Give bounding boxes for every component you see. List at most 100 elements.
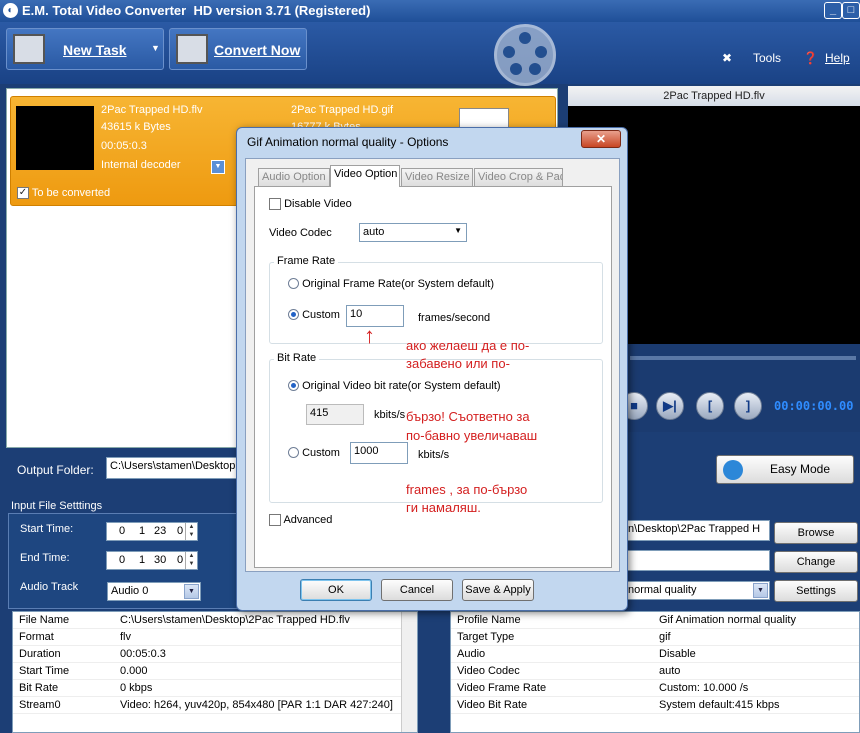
seek-slider[interactable] <box>630 356 856 360</box>
annotation-line-6: ги намаляш. <box>406 500 481 515</box>
table-row[interactable]: Format flv <box>13 629 401 646</box>
browse-button[interactable]: Browse <box>774 522 858 544</box>
table-row[interactable]: Profile Name Gif Animation normal quality <box>451 612 859 629</box>
settings-button[interactable]: Settings <box>774 580 858 602</box>
input-info-table: File Name C:\Users\stamen\Desktop\2Pac Tr… <box>12 611 418 733</box>
row-key: Bit Rate <box>19 682 59 694</box>
frame-rate-label: Frame Rate <box>274 255 339 267</box>
table-row[interactable]: File Name C:\Users\stamen\Desktop\2Pac Tr… <box>13 612 401 629</box>
dialog-title: Gif Animation normal quality - Options <box>247 135 449 149</box>
output-info-table: Profile Name Gif Animation normal quality… <box>450 611 860 733</box>
new-task-label: New Task <box>63 42 127 58</box>
disable-video-checkbox[interactable]: Disable Video <box>269 198 352 211</box>
annotation-arrow-fps: ↑ <box>364 323 375 348</box>
output-folder-field[interactable]: C:\Users\stamen\Desktop <box>106 457 240 479</box>
fps-input[interactable]: 10 <box>346 305 404 327</box>
refresh-icon <box>723 460 743 480</box>
custom-bit-rate-input[interactable]: 1000 <box>350 442 408 464</box>
tab-audio-option[interactable]: Audio Option <box>258 168 330 186</box>
frame-rate-group: Frame Rate Original Frame Rate(or System… <box>269 255 603 344</box>
advanced-checkbox[interactable]: Advanced <box>269 514 332 527</box>
row-key: Stream0 <box>19 699 61 711</box>
audio-track-select[interactable]: Audio 0 ▼ <box>107 582 201 601</box>
fps-unit-label: frames/second <box>418 312 491 324</box>
tab-video-crop-pad[interactable]: Video Crop & Pad <box>474 168 563 186</box>
original-frame-rate-radio[interactable]: Original Frame Rate(or System default) <box>288 278 494 290</box>
row-value: auto <box>659 665 681 677</box>
custom-frame-rate-radio[interactable]: Custom <box>288 309 340 321</box>
output-path-field-2[interactable] <box>624 550 770 571</box>
output-path-field[interactable]: n\Desktop\2Pac Trapped H <box>624 520 770 541</box>
table-row[interactable]: Start Time 0.000 <box>13 663 401 680</box>
default-bit-rate-field: 415 <box>306 404 364 425</box>
table-row[interactable]: Video Frame Rate Custom: 10.000 /s <box>451 680 859 697</box>
annotation-line-2: забавено или по- <box>406 356 510 371</box>
mark-out-icon[interactable]: ] <box>734 392 762 420</box>
tools-link[interactable]: Tools <box>753 51 781 65</box>
table-row[interactable]: Audio Disable <box>451 646 859 663</box>
original-bit-rate-radio[interactable]: Original Video bit rate(or System defaul… <box>288 380 501 392</box>
tab-video-option[interactable]: Video Option <box>330 165 400 187</box>
to-be-converted-checkbox[interactable]: ✓ To be converted <box>17 187 110 200</box>
table-row[interactable]: Target Type gif <box>451 629 859 646</box>
annotation-line-4: по-бавно увеличаваш <box>406 428 538 443</box>
easy-mode-button[interactable]: Easy Mode <box>716 455 854 484</box>
row-value: Custom: 10.000 /s <box>659 682 749 694</box>
help-link[interactable]: Help <box>825 51 850 65</box>
ok-button[interactable]: OK <box>300 579 372 601</box>
time-display: 00:00:00.00 <box>774 399 854 413</box>
annotation-line-5: frames , за по-бързо <box>406 482 528 497</box>
row-value: Video: h264, yuv420p, 854x480 [PAR 1:1 D… <box>120 699 393 711</box>
video-thumbnail <box>16 106 94 170</box>
tools-icon[interactable]: ✖ <box>722 51 732 65</box>
annotation-line-1: ако желаеш да е по- <box>406 338 530 353</box>
table-row[interactable]: Stream0 Video: h264, yuv420p, 854x480 [PA… <box>13 697 401 714</box>
title-bar: ◐ E.M. Total Video Converter HD version … <box>0 0 860 22</box>
chevron-down-icon[interactable]: ▼ <box>151 43 160 53</box>
end-time-stepper[interactable]: 0 1 30 0 ▲ ▼ <box>106 551 198 570</box>
mark-in-icon[interactable]: [ <box>696 392 724 420</box>
bit-rate-label: Bit Rate <box>274 352 320 364</box>
row-key: Format <box>19 631 54 643</box>
row-key: Duration <box>19 648 61 660</box>
new-task-button[interactable]: New Task ▼ <box>6 28 164 70</box>
start-time-stepper[interactable]: 0 1 23 0 ▲ ▼ <box>106 522 198 541</box>
decoder-dropdown[interactable]: ▼ <box>211 160 225 174</box>
custom-bit-rate-radio[interactable]: Custom <box>288 447 340 459</box>
profile-select[interactable]: normal quality ▼ <box>624 581 770 600</box>
film-reel-logo <box>494 24 556 86</box>
minimize-button[interactable]: _ <box>824 2 842 19</box>
tab-video-resize[interactable]: Video Resize <box>401 168 473 186</box>
row-key: Target Type <box>457 631 515 643</box>
output-file-name: 2Pac Trapped HD.gif <box>291 104 394 116</box>
table-row[interactable]: Video Bit Rate System default:415 kbps <box>451 697 859 714</box>
audio-track-label: Audio Track <box>20 581 79 593</box>
close-icon[interactable]: ✕ <box>581 130 621 148</box>
next-frame-icon[interactable]: ▶| <box>656 392 684 420</box>
row-key: Start Time <box>19 665 70 677</box>
app-icon: ◐ <box>3 3 18 18</box>
output-folder-label: Output Folder: <box>17 463 94 477</box>
convert-now-button[interactable]: Convert Now <box>169 28 307 70</box>
input-settings-header: Input File Setttings <box>11 500 103 512</box>
scrollbar[interactable] <box>401 612 417 732</box>
source-duration: 00:05:0.3 <box>101 140 147 152</box>
table-row[interactable]: Duration 00:05:0.3 <box>13 646 401 663</box>
source-file-name: 2Pac Trapped HD.flv <box>101 104 203 116</box>
video-codec-label: Video Codec <box>269 227 332 239</box>
row-value: 0.000 <box>120 665 148 677</box>
end-time-label: End Time: <box>20 552 70 564</box>
save-apply-button[interactable]: Save & Apply <box>462 579 534 601</box>
film-add-icon <box>13 34 45 64</box>
table-row[interactable]: Bit Rate 0 kbps <box>13 680 401 697</box>
chevron-down-icon: ▼ <box>184 584 199 599</box>
chevron-down-icon: ▼ <box>753 583 768 598</box>
decoder-label: Internal decoder <box>101 159 181 171</box>
maximize-button[interactable]: □ <box>842 2 860 19</box>
source-file-size: 43615 k Bytes <box>101 121 171 133</box>
table-row[interactable]: Video Codec auto <box>451 663 859 680</box>
video-codec-select[interactable]: auto ▼ <box>359 223 467 242</box>
help-icon[interactable]: ❓ <box>803 51 818 65</box>
cancel-button[interactable]: Cancel <box>381 579 453 601</box>
change-button[interactable]: Change <box>774 551 858 573</box>
